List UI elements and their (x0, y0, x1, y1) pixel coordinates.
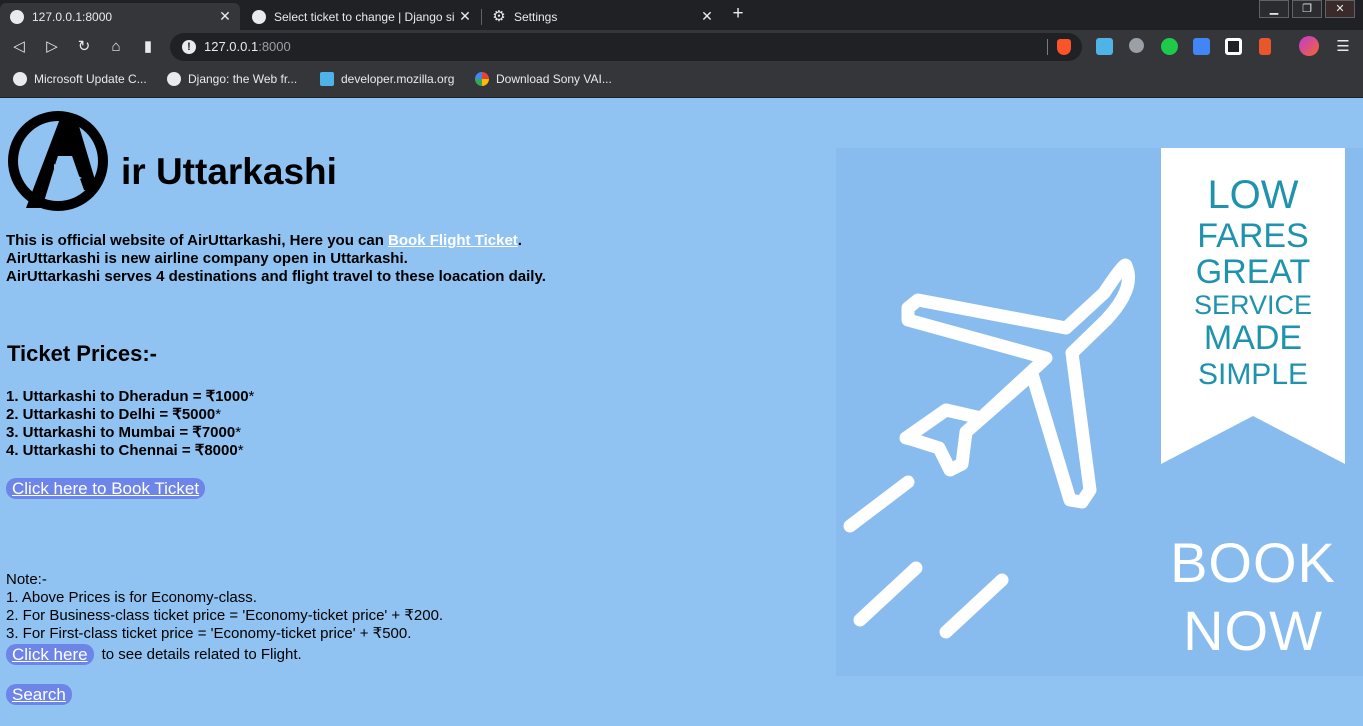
minimize-button[interactable]: ▁ (1259, 0, 1289, 18)
close-tab-icon[interactable]: ✕ (698, 8, 716, 25)
globe-icon (252, 9, 266, 24)
price-mark: * (237, 442, 244, 459)
intro-line-1: This is official website of AirUttarkash… (6, 232, 546, 250)
site-info-icon[interactable]: ! (182, 40, 196, 54)
intro-line-3: AirUttarkashi serves 4 destinations and … (6, 268, 546, 285)
ribbon-line: FARES (1197, 217, 1308, 255)
tab-django-admin[interactable]: Select ticket to change | Django si ✕ (242, 3, 480, 30)
search-wrapper: Search (6, 684, 72, 705)
price-mark: * (248, 388, 255, 405)
cta-line: NOW (1183, 599, 1323, 662)
extension-bulb-icon[interactable] (1129, 38, 1144, 53)
bookmark-label: Download Sony VAI... (496, 72, 612, 86)
ribbon-line: SIMPLE (1198, 358, 1308, 391)
gear-icon: ⚙ (492, 7, 506, 25)
mdn-icon (320, 72, 334, 86)
prices-heading: Ticket Prices:- (7, 341, 158, 366)
note-line: 2. For Business-class ticket price = 'Ec… (6, 607, 444, 624)
extension-check-icon[interactable] (1161, 38, 1178, 55)
close-tab-icon[interactable]: ✕ (216, 8, 234, 25)
cta-line: BOOK (1170, 531, 1336, 594)
new-tab-button[interactable]: + (728, 4, 748, 24)
price-route: 2. Uttarkashi to Delhi = ₹5000 (6, 406, 216, 423)
browser-toolbar: ◁ ▷ ↻ ⌂ ▮ ! 127.0.0.1:8000 ☰ (0, 30, 1363, 64)
intro-line-2: AirUttarkashi is new airline company ope… (6, 250, 408, 267)
tab-title: 127.0.0.1:8000 (32, 9, 113, 24)
menu-icon[interactable]: ☰ (1333, 37, 1353, 57)
maximize-button[interactable]: ❐ (1292, 0, 1322, 18)
url-host: 127.0.0.1 (204, 39, 259, 54)
site-logo: ir Uttarkashi (8, 111, 337, 211)
window-controls: ▁ ❐ ✕ (1256, 0, 1355, 18)
ribbon-line: GREAT (1196, 253, 1311, 291)
tab-current[interactable]: 127.0.0.1:8000 ✕ (0, 3, 240, 30)
back-icon[interactable]: ◁ (9, 37, 29, 57)
price-route: 3. Uttarkashi to Mumbai = ₹7000 (6, 424, 236, 441)
bookmarks-bar: Microsoft Update C... Django: the Web fr… (0, 64, 1363, 98)
tab-title: Select ticket to change | Django si (274, 9, 455, 24)
price-mark: * (215, 406, 222, 423)
bookmark-microsoft-update[interactable]: Microsoft Update C... (13, 72, 147, 86)
url-text[interactable]: 127.0.0.1:8000 (204, 39, 291, 54)
address-bar[interactable]: ! 127.0.0.1:8000 (170, 33, 1082, 61)
ribbon-line: MADE (1204, 319, 1302, 357)
bookmark-mdn[interactable]: developer.mozilla.org (320, 72, 454, 86)
extension-square-icon[interactable] (1225, 38, 1242, 55)
browser-tab-bar: 127.0.0.1:8000 ✕ Select ticket to change… (0, 0, 1363, 30)
page-content: ir Uttarkashi This is official website o… (0, 98, 1363, 726)
home-icon[interactable]: ⌂ (106, 37, 126, 57)
price-list: 1. Uttarkashi to Dheradun = ₹1000* 2. Ut… (6, 388, 254, 460)
details-text: to see details related to Flight. (101, 646, 302, 663)
price-mark: * (235, 424, 242, 441)
globe-icon (10, 9, 24, 24)
note-line: 1. Above Prices is for Economy-class. (6, 589, 257, 606)
close-tab-icon[interactable]: ✕ (456, 8, 474, 25)
book-ticket-button[interactable]: Click here to Book Ticket (6, 478, 206, 499)
price-item: 4. Uttarkashi to Chennai = ₹8000* (6, 442, 254, 460)
globe-icon (13, 72, 27, 86)
url-port: :8000 (258, 39, 291, 54)
price-item: 1. Uttarkashi to Dheradun = ₹1000* (6, 388, 254, 406)
extension-speaker-icon[interactable] (1259, 38, 1271, 55)
details-row: Click here to see details related to Fli… (6, 644, 302, 665)
bookmark-label: Django: the Web fr... (188, 72, 298, 86)
globe-icon (167, 72, 181, 86)
bookmark-label: Microsoft Update C... (34, 72, 147, 86)
reload-icon[interactable]: ↻ (74, 37, 94, 57)
bookmark-label: developer.mozilla.org (341, 72, 455, 86)
intro-text: This is official website of AirUttarkash… (6, 232, 546, 286)
sony-icon (475, 72, 489, 86)
note-title: Note:- (6, 571, 47, 588)
intro-prefix: This is official website of AirUttarkash… (6, 232, 389, 249)
ribbon-line: LOW (1207, 173, 1298, 217)
profile-avatar[interactable] (1299, 36, 1319, 56)
tab-settings[interactable]: ⚙ Settings ✕ (482, 3, 722, 30)
bookmark-sony[interactable]: Download Sony VAI... (475, 72, 612, 86)
extension-s-icon[interactable] (1096, 38, 1113, 55)
forward-icon[interactable]: ▷ (42, 37, 62, 57)
close-window-button[interactable]: ✕ (1325, 0, 1355, 18)
details-link-button[interactable]: Click here (6, 644, 94, 665)
tab-title: Settings (514, 9, 558, 24)
translate-icon[interactable] (1193, 38, 1210, 55)
price-route: 4. Uttarkashi to Chennai = ₹8000 (6, 442, 238, 459)
note-section: Note:- 1. Above Prices is for Economy-cl… (6, 571, 443, 643)
logo-text: ir Uttarkashi (121, 151, 337, 192)
book-now-banner[interactable]: LOW FARES GREAT SERVICE MADE SIMPLE BOOK… (836, 148, 1363, 676)
bookmark-django[interactable]: Django: the Web fr... (167, 72, 297, 86)
ribbon-line: SERVICE (1194, 290, 1312, 320)
price-item: 3. Uttarkashi to Mumbai = ₹7000* (6, 424, 254, 442)
price-route: 1. Uttarkashi to Dheradun = ₹1000 (6, 388, 249, 405)
book-flight-link[interactable]: Book Flight Ticket (388, 232, 518, 249)
search-button[interactable]: Search (6, 684, 72, 705)
note-line: 3. For First-class ticket price = 'Econo… (6, 625, 412, 642)
book-ticket-wrapper: Click here to Book Ticket (6, 478, 206, 499)
bookmark-icon[interactable]: ▮ (138, 37, 158, 57)
intro-suffix: . (517, 232, 522, 249)
price-item: 2. Uttarkashi to Delhi = ₹5000* (6, 406, 254, 424)
brave-shield-icon[interactable] (1057, 39, 1071, 55)
address-divider (1047, 39, 1048, 55)
